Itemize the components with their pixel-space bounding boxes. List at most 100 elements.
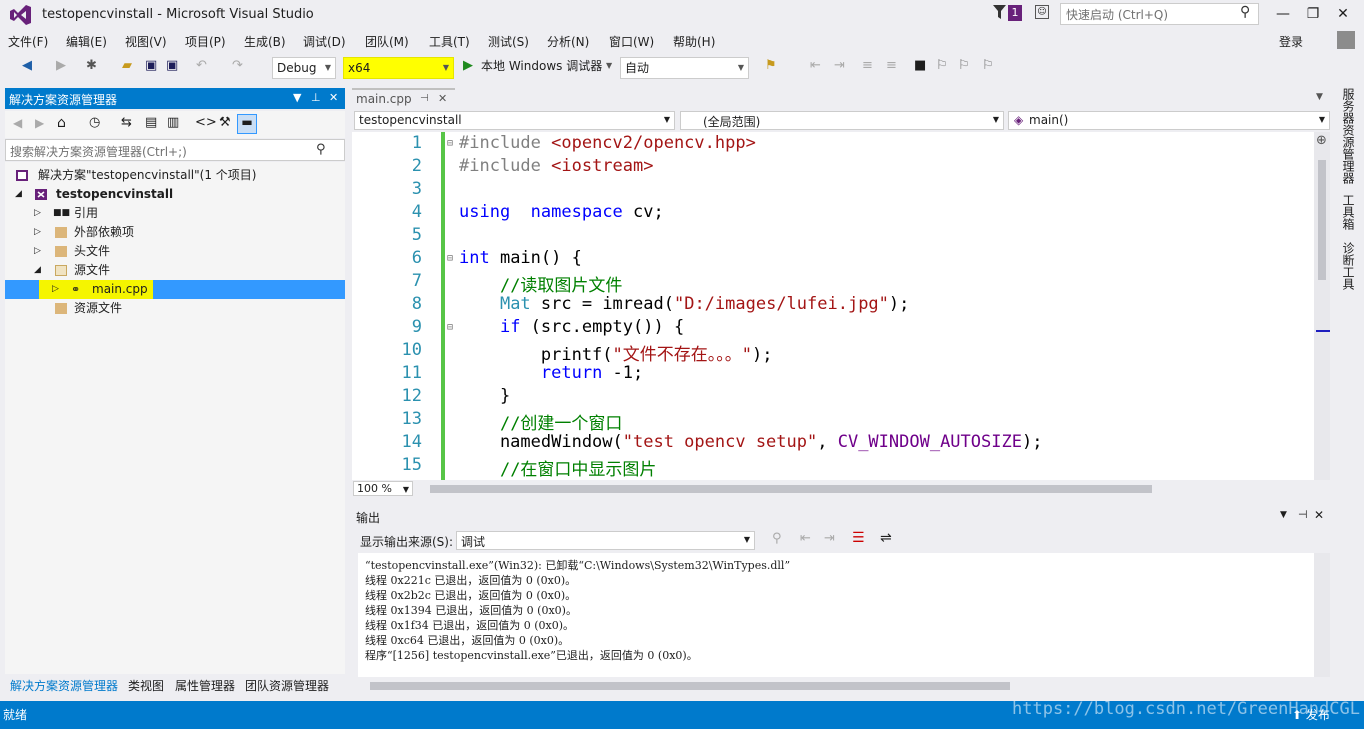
avatar[interactable] bbox=[1337, 31, 1355, 49]
menu-analyze[interactable]: 分析(N) bbox=[547, 33, 589, 50]
chevron-down-icon[interactable]: ▼ bbox=[1280, 510, 1287, 520]
save-icon[interactable]: ▣ bbox=[145, 57, 157, 75]
expanded-icon[interactable]: ◢ bbox=[34, 261, 41, 280]
preview-icon[interactable]: ▬ bbox=[237, 114, 257, 134]
output-vertical-scrollbar[interactable] bbox=[1314, 553, 1330, 677]
tree-item-external-deps[interactable]: ▷ 外部依赖项 bbox=[5, 223, 345, 242]
publish-button[interactable]: ⬆ 发布 bbox=[1292, 706, 1330, 723]
tree-item-source-files[interactable]: ◢ 源文件 bbox=[5, 261, 345, 280]
uncomment-icon[interactable]: ≡ bbox=[886, 57, 897, 75]
tree-item-resource-files[interactable]: 资源文件 bbox=[5, 299, 345, 318]
notification-badge[interactable]: 1 bbox=[1008, 5, 1022, 21]
platform-select[interactable]: x64 ▼ bbox=[343, 57, 454, 79]
pin-icon[interactable]: ⊣ bbox=[1298, 508, 1308, 521]
code-editor[interactable]: 1 2 3 4 5 6 7 8 9 10 11 12 13 14 15 ⊟ ⊟ … bbox=[352, 132, 1314, 480]
tree-item-solution[interactable]: 解决方案"testopencvinstall"(1 个项目) bbox=[5, 166, 345, 185]
undo-icon[interactable]: ↶ bbox=[196, 57, 207, 75]
find-message-icon[interactable]: ⚲ bbox=[772, 531, 782, 546]
scroll-thumb[interactable] bbox=[1318, 160, 1326, 280]
chevron-down-icon[interactable]: ▼ bbox=[1316, 92, 1323, 102]
clear-bookmarks-icon[interactable]: ⚐ bbox=[982, 57, 994, 75]
close-icon[interactable]: ✕ bbox=[438, 92, 447, 105]
menu-test[interactable]: 测试(S) bbox=[488, 33, 529, 50]
wrench-icon[interactable]: ⚒ bbox=[219, 115, 231, 130]
play-icon[interactable]: ▶ bbox=[463, 57, 473, 75]
menu-file[interactable]: 文件(F) bbox=[8, 33, 48, 50]
output-source-select[interactable]: 调试 ▼ bbox=[456, 531, 755, 550]
tree-item-main-cpp[interactable]: ▷ ⚭ main.cpp bbox=[5, 280, 345, 299]
prev-bookmark-icon[interactable]: ⚐ bbox=[936, 57, 948, 75]
tree-item-references[interactable]: ▷ ■■ 引用 bbox=[5, 204, 345, 223]
close-icon[interactable]: ✕ bbox=[1314, 508, 1324, 522]
menu-build[interactable]: 生成(B) bbox=[244, 33, 286, 50]
tab-toolbox[interactable]: 工具箱 bbox=[1340, 194, 1357, 230]
collapsed-icon[interactable]: ▷ bbox=[34, 223, 41, 242]
history-icon[interactable]: ◷ bbox=[89, 115, 100, 130]
collapsed-icon[interactable]: ▷ bbox=[34, 242, 41, 261]
search-icon[interactable]: ⚲ bbox=[1240, 4, 1250, 20]
close-icon[interactable]: ✕ bbox=[329, 91, 338, 104]
clear-all-icon[interactable]: ☰ bbox=[852, 530, 865, 546]
next-message-icon[interactable]: ⇥ bbox=[824, 531, 835, 546]
filter-icon[interactable] bbox=[993, 5, 1006, 19]
tab-property-manager[interactable]: 属性管理器 bbox=[175, 677, 235, 694]
solution-search-input[interactable]: 搜索解决方案资源管理器(Ctrl+;) ⚲ bbox=[5, 139, 345, 161]
sync-icon[interactable]: ⇆ bbox=[121, 115, 132, 130]
menu-view[interactable]: 视图(V) bbox=[125, 33, 167, 50]
save-all-icon[interactable]: ▣ bbox=[166, 57, 178, 75]
find-in-files-icon[interactable]: ⚑ bbox=[765, 57, 777, 75]
pin-icon[interactable]: ⊥ bbox=[311, 91, 321, 104]
collapsed-icon[interactable]: ▷ bbox=[52, 280, 59, 299]
home-icon[interactable]: ⌂ bbox=[57, 115, 66, 131]
word-wrap-icon[interactable]: ⇌ bbox=[880, 530, 892, 546]
scope-select[interactable]: (全局范围) ▼ bbox=[680, 111, 1004, 130]
restore-button[interactable]: ❐ bbox=[1298, 4, 1328, 24]
tab-diagnostic-tools[interactable]: 诊断工具 bbox=[1340, 242, 1357, 290]
tree-item-project[interactable]: ◢ testopencvinstall bbox=[5, 185, 345, 204]
forward-icon[interactable]: ▶ bbox=[35, 116, 44, 130]
bookmark-icon[interactable]: ■ bbox=[914, 57, 926, 75]
search-icon[interactable]: ⚲ bbox=[316, 142, 326, 157]
prev-message-icon[interactable]: ⇤ bbox=[800, 531, 811, 546]
open-file-icon[interactable]: ▰ bbox=[122, 57, 132, 75]
close-button[interactable]: ✕ bbox=[1328, 4, 1358, 24]
collapse-icon[interactable]: ⊟ bbox=[447, 322, 453, 333]
chevron-down-icon[interactable]: ▼ bbox=[606, 57, 612, 75]
split-icon[interactable]: ⊕ bbox=[1316, 133, 1327, 148]
back-icon[interactable]: ◀ bbox=[13, 116, 22, 130]
collapse-icon[interactable]: ⊟ bbox=[447, 253, 453, 264]
expanded-icon[interactable]: ◢ bbox=[15, 185, 22, 204]
output-text[interactable]: “testopencvinstall.exe”(Win32): 已卸载“C:\W… bbox=[358, 553, 1314, 677]
menu-window[interactable]: 窗口(W) bbox=[609, 33, 654, 50]
start-debugger-button[interactable]: 本地 Windows 调试器 bbox=[481, 57, 602, 75]
code-icon[interactable]: <> bbox=[195, 115, 217, 130]
editor-tab-main-cpp[interactable]: main.cpp ⊣ ✕ bbox=[352, 88, 455, 109]
show-all-files-icon[interactable]: ▥ bbox=[167, 115, 179, 130]
menu-team[interactable]: 团队(M) bbox=[365, 33, 409, 50]
menu-tools[interactable]: 工具(T) bbox=[429, 33, 470, 50]
chevron-down-icon[interactable]: ▼ bbox=[293, 91, 301, 104]
minimize-button[interactable]: — bbox=[1268, 4, 1298, 24]
menu-project[interactable]: 项目(P) bbox=[185, 33, 226, 50]
tree-item-header-files[interactable]: ▷ 头文件 bbox=[5, 242, 345, 261]
menu-edit[interactable]: 编辑(E) bbox=[66, 33, 107, 50]
comment-icon[interactable]: ≡ bbox=[862, 57, 873, 75]
step-over-icon[interactable]: ⇥ bbox=[834, 57, 845, 75]
feedback-icon[interactable]: ☺ bbox=[1035, 5, 1049, 19]
collapse-icon[interactable]: ⊟ bbox=[447, 138, 453, 149]
tab-solution-explorer[interactable]: 解决方案资源管理器 bbox=[10, 677, 118, 694]
collapsed-icon[interactable]: ▷ bbox=[34, 204, 41, 223]
collapse-all-icon[interactable]: ▤ bbox=[145, 115, 157, 130]
step-icon[interactable]: ⇤ bbox=[810, 57, 821, 75]
login-link[interactable]: 登录 bbox=[1279, 33, 1303, 50]
project-select[interactable]: testopencvinstall ▼ bbox=[354, 111, 675, 130]
tab-class-view[interactable]: 类视图 bbox=[128, 677, 164, 694]
menu-debug[interactable]: 调试(D) bbox=[303, 33, 346, 50]
configuration-select[interactable]: Debug ▼ bbox=[272, 57, 336, 79]
tab-server-explorer[interactable]: 服务器资源管理器 bbox=[1340, 88, 1357, 184]
quick-launch-input[interactable]: 快速启动 (Ctrl+Q) bbox=[1060, 3, 1259, 25]
redo-icon[interactable]: ↷ bbox=[232, 57, 243, 75]
zoom-select[interactable]: 100 % ▼ bbox=[353, 481, 413, 496]
menu-help[interactable]: 帮助(H) bbox=[673, 33, 715, 50]
back-icon[interactable]: ◀ bbox=[22, 57, 32, 75]
